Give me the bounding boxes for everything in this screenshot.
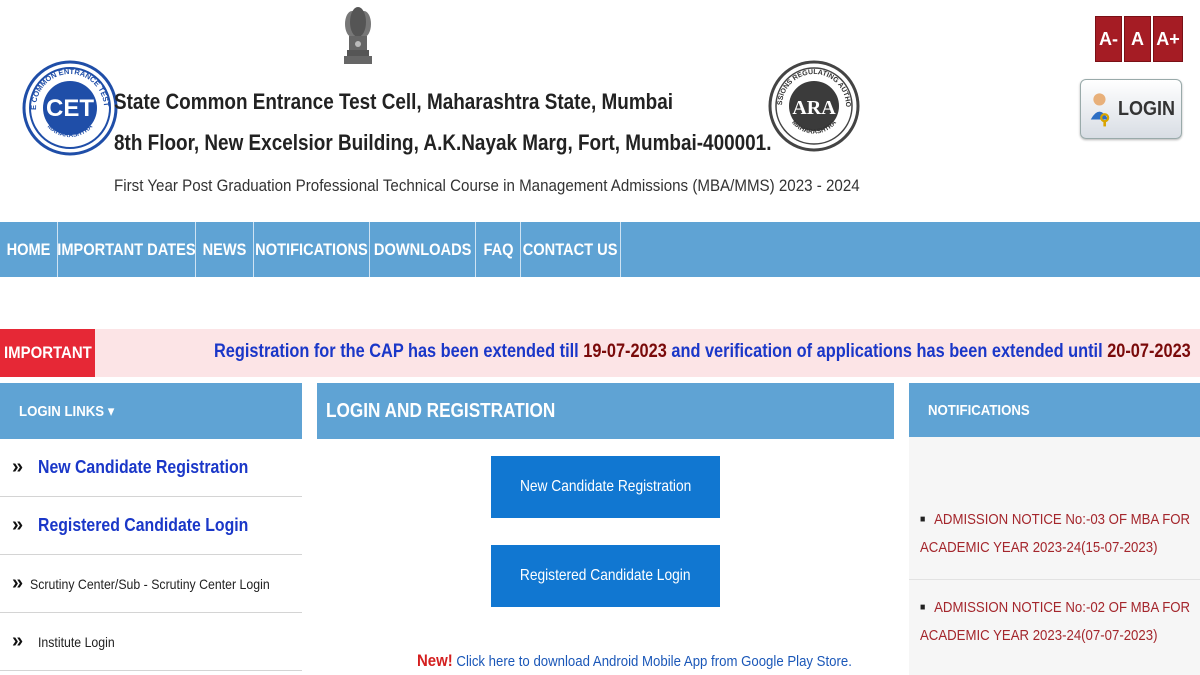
nav-contact-us-label: CONTACT US: [523, 239, 618, 259]
org-address: 8th Floor, New Excelsior Building, A.K.N…: [114, 130, 772, 155]
notice-marquee[interactable]: Registration for the CAP has been extend…: [214, 341, 1191, 363]
cet-logo-text: CET: [46, 95, 94, 122]
link-registered-candidate-login[interactable]: » Registered Candidate Login: [0, 497, 302, 555]
double-chevron-right-icon: »: [12, 456, 24, 478]
bullet-icon: ■: [920, 602, 926, 614]
nav-faq[interactable]: FAQ: [476, 222, 521, 277]
link-label: New Candidate Registration: [38, 457, 249, 477]
nav-home[interactable]: HOME: [0, 222, 58, 277]
nav-home-label: HOME: [6, 239, 51, 259]
important-notice-bar: IMPORTANT Registration for the CAP has b…: [0, 329, 1200, 377]
bullet-icon: ■: [920, 514, 926, 526]
nav-important-dates[interactable]: IMPORTANT DATES: [57, 222, 196, 277]
double-chevron-right-icon: »: [12, 572, 24, 594]
notification-text: ADMISSION NOTICE No:-03 OF MBA FOR ACADE…: [920, 511, 1191, 557]
double-chevron-right-icon: »: [12, 630, 24, 652]
course-subtitle: First Year Post Graduation Professional …: [114, 176, 860, 195]
notifications-header: NOTIFICATIONS: [909, 383, 1200, 437]
login-links-header[interactable]: LOGIN LINKS ▾: [0, 383, 302, 439]
button-label: New Candidate Registration: [519, 478, 692, 495]
nav-downloads-label: DOWNLOADS: [373, 239, 472, 259]
font-size-controls: A- A A+: [1095, 16, 1183, 62]
link-institute-login[interactable]: » Institute Login: [0, 613, 302, 671]
notification-divider: [909, 579, 1200, 580]
site-header: STATE COMMON ENTRANCE TEST CELL MAHARASH…: [0, 0, 1200, 222]
login-registration-header: LOGIN AND REGISTRATION: [317, 383, 894, 439]
link-new-candidate-registration[interactable]: » New Candidate Registration: [0, 439, 302, 497]
registered-candidate-login-button[interactable]: Registered Candidate Login: [491, 545, 720, 607]
font-decrease-button[interactable]: A-: [1095, 16, 1122, 62]
nav-faq-label: FAQ: [482, 239, 514, 259]
link-label: Institute Login: [38, 633, 115, 650]
main-nav: HOME IMPORTANT DATES NEWS NOTIFICATIONS …: [0, 222, 1200, 277]
font-reset-button[interactable]: A: [1124, 16, 1151, 62]
important-label: IMPORTANT: [0, 329, 95, 377]
notifications-title: NOTIFICATIONS: [928, 401, 1030, 419]
double-chevron-right-icon: »: [12, 514, 24, 536]
link-label: Scrutiny Center/Sub - Scrutiny Center Lo…: [29, 575, 270, 592]
login-registration-panel: LOGIN AND REGISTRATION New Candidate Reg…: [317, 383, 894, 675]
ara-logo-text: ARA: [792, 97, 836, 119]
login-registration-title: LOGIN AND REGISTRATION: [326, 399, 556, 422]
header-login-label: LOGIN: [1117, 97, 1175, 120]
national-emblem-icon: [344, 7, 372, 64]
button-label: Registered Candidate Login: [520, 567, 691, 584]
notification-text: ADMISSION NOTICE No:-02 OF MBA FOR ACADE…: [920, 599, 1191, 645]
new-candidate-registration-button[interactable]: New Candidate Registration: [491, 456, 720, 518]
nav-notifications[interactable]: NOTIFICATIONS: [254, 222, 370, 277]
notice-date-b: 20-07-2023: [1107, 341, 1191, 362]
notifications-panel: NOTIFICATIONS ■ ADMISSION NOTICE No:-03 O…: [909, 383, 1200, 675]
new-badge: New!: [417, 651, 453, 670]
notification-item[interactable]: ■ ADMISSION NOTICE No:-02 OF MBA FOR ACAD…: [920, 594, 1200, 650]
nav-notifications-label: NOTIFICATIONS: [255, 239, 368, 259]
nav-contact-us[interactable]: CONTACT US: [521, 222, 621, 277]
header-login-button[interactable]: LOGIN: [1080, 79, 1182, 139]
android-app-download-link[interactable]: Click here to download Android Mobile Ap…: [453, 653, 852, 670]
nav-downloads[interactable]: DOWNLOADS: [370, 222, 476, 277]
android-app-notice: New! Click here to download Android Mobi…: [417, 651, 852, 671]
notice-date-a: 19-07-2023: [583, 341, 667, 362]
important-label-text: IMPORTANT: [3, 343, 92, 362]
user-key-icon: [1090, 93, 1110, 127]
cet-logo: STATE COMMON ENTRANCE TEST CELL MAHARASH…: [22, 38, 118, 156]
notice-text-part-b: and verification of applications has bee…: [666, 341, 1108, 362]
ara-logo: ADMISSIONS REGULATING AUTHORITY MAHARASH…: [768, 36, 860, 152]
link-label: Registered Candidate Login: [38, 515, 249, 535]
login-links-title: LOGIN LINKS ▾: [19, 403, 115, 420]
nav-important-dates-label: IMPORTANT DATES: [57, 239, 196, 259]
notification-item[interactable]: ■ ADMISSION NOTICE No:-03 OF MBA FOR ACAD…: [920, 506, 1200, 562]
link-scrutiny-center-login[interactable]: » Scrutiny Center/Sub - Scrutiny Center …: [0, 555, 302, 613]
org-name: State Common Entrance Test Cell, Maharas…: [114, 89, 673, 114]
notice-text-part-a: Registration for the CAP has been extend…: [214, 341, 584, 362]
nav-news[interactable]: NEWS: [196, 222, 254, 277]
font-increase-button[interactable]: A+: [1153, 16, 1183, 62]
login-links-panel: LOGIN LINKS ▾ » New Candidate Registrati…: [0, 383, 302, 675]
nav-news-label: NEWS: [202, 239, 247, 259]
